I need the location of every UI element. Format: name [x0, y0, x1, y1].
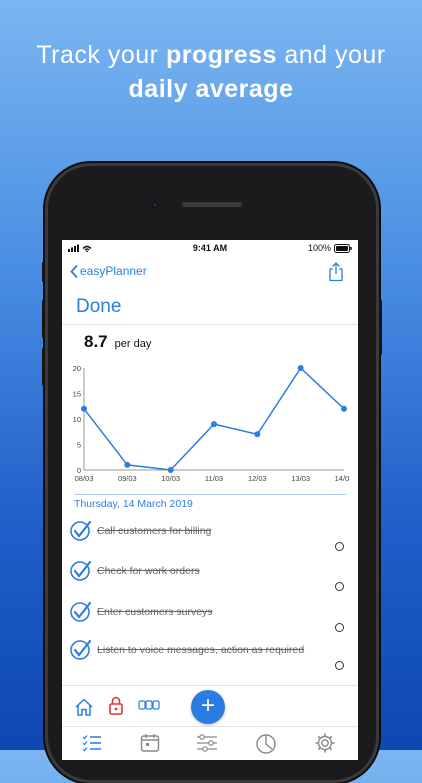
y-tick-label: 10 [73, 415, 81, 424]
back-button[interactable]: easyPlanner [70, 264, 147, 278]
page-title: Done [76, 296, 122, 317]
checked-icon[interactable] [70, 560, 92, 582]
data-point [211, 421, 217, 428]
headline-text-1: Track your [36, 41, 166, 69]
app-screen: 9:41 AM 100% easyPlanner Done 8.7 per da… [62, 240, 358, 760]
sliders-icon[interactable] [196, 733, 218, 753]
checked-icon[interactable] [70, 639, 92, 661]
series-line [83, 366, 345, 471]
x-tick-label: 10/03 [161, 474, 180, 483]
home-icon[interactable] [74, 698, 94, 716]
progress-chart: 0510152008/03 09/03 10/03 11/03 12/03 13/03 14… [73, 364, 350, 483]
y-tick-label: 20 [73, 364, 81, 373]
power-button [379, 300, 382, 355]
camera [151, 201, 159, 209]
data-point [341, 405, 347, 412]
x-tick-label: 13/03 [291, 474, 310, 483]
data-point [81, 405, 87, 412]
share-button[interactable] [328, 262, 344, 287]
data-point [124, 461, 131, 468]
data-point [297, 365, 304, 371]
headline-bold-2: daily average [128, 75, 294, 103]
add-button[interactable]: + [191, 690, 225, 724]
volume-up-button [42, 300, 45, 338]
task-status-dot [335, 582, 344, 591]
battery: 100% [308, 243, 352, 253]
x-tick-label: 09/03 [118, 474, 137, 483]
section-divider [74, 494, 346, 495]
average-value: 8.7 [84, 332, 108, 351]
speaker [182, 202, 242, 207]
back-label: easyPlanner [80, 264, 147, 278]
status-bar: 9:41 AM 100% [62, 240, 358, 256]
task-label: Enter customers surveys [97, 606, 213, 618]
mute-switch [42, 262, 45, 282]
task-item[interactable]: Listen to voice messages, action as requ… [70, 639, 350, 679]
daily-average: 8.7 per day [84, 332, 151, 352]
list-icon[interactable] [82, 734, 102, 752]
share-icon [329, 262, 343, 282]
data-point [167, 467, 174, 473]
battery-icon [334, 243, 352, 253]
x-tick-label: 11/03 [205, 474, 223, 483]
calendar-icon[interactable] [140, 733, 160, 753]
divider [62, 324, 358, 325]
battery-percent: 100% [307, 243, 331, 253]
headline-text-2: and your [276, 41, 386, 69]
checked-icon[interactable] [70, 601, 92, 623]
x-tick-label: 08/03 [75, 474, 94, 483]
gear-icon[interactable] [314, 732, 336, 754]
task-status-dot [335, 623, 344, 632]
task-status-dot [335, 661, 344, 670]
task-item[interactable]: Enter customers surveys [70, 601, 350, 641]
checked-icon[interactable] [70, 520, 92, 542]
average-unit: per day [114, 338, 152, 350]
lock-icon[interactable] [109, 696, 123, 715]
nav-bar: easyPlanner [62, 256, 358, 288]
data-point [254, 431, 261, 438]
task-label: Listen to voice messages, action as requ… [97, 644, 305, 656]
x-tick-label: 12/03 [248, 474, 267, 483]
task-item[interactable]: Call customers for billing [70, 520, 350, 560]
volume-down-button [42, 348, 45, 386]
task-label: Check for work orders [97, 565, 200, 577]
y-tick-label: 15 [73, 390, 81, 399]
y-tick-label: 5 [77, 441, 81, 450]
task-label: Call customers for billing [97, 525, 212, 537]
stats-icon[interactable] [255, 732, 277, 754]
section-date: Thursday, 14 March 2019 [74, 498, 193, 510]
headline-bold-1: progress [165, 41, 277, 69]
more-icon[interactable] [138, 700, 160, 710]
headline: Track your progress and your daily avera… [0, 38, 422, 106]
tab-divider [62, 726, 358, 727]
chevron-left-icon [70, 264, 78, 278]
x-tick-label: 14/03 [335, 474, 350, 483]
task-item[interactable]: Check for work orders [70, 560, 350, 600]
task-status-dot [335, 542, 344, 551]
